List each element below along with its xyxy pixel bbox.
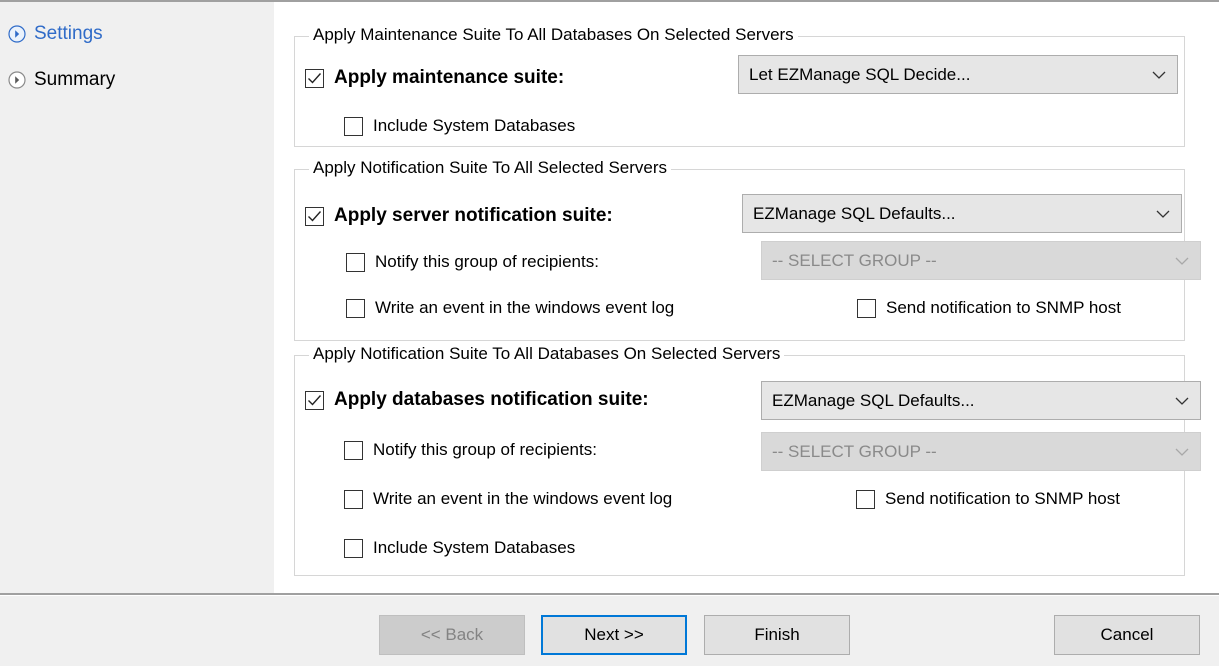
group-title: Apply Maintenance Suite To All Databases…	[309, 25, 798, 45]
include-system-databases-label: Include System Databases	[373, 116, 576, 135]
event-log-row: Write an event in the windows event log	[344, 489, 672, 509]
circle-chevron-right-icon	[8, 71, 26, 89]
maintenance-suite-value: Let EZManage SQL Decide...	[749, 64, 971, 84]
next-button-label: Next >>	[584, 625, 644, 644]
snmp-row: Send notification to SNMP host	[857, 298, 1121, 318]
event-log-checkbox[interactable]	[344, 489, 363, 509]
group-title: Apply Notification Suite To All Database…	[309, 344, 785, 364]
server-notification-suite-dropdown[interactable]: EZManage SQL Defaults...	[742, 194, 1182, 233]
maintenance-suite-group: Apply Maintenance Suite To All Databases…	[294, 25, 1185, 147]
chevron-down-icon	[1152, 71, 1166, 79]
recipient-group-value: -- SELECT GROUP --	[772, 250, 937, 270]
apply-server-notification-row: Apply server notification suite:	[305, 205, 613, 227]
apply-database-notification-checkbox[interactable]	[305, 390, 324, 410]
chevron-down-icon	[1175, 257, 1189, 265]
notify-group-row: Notify this group of recipients:	[346, 252, 599, 272]
checkmark-icon	[308, 394, 322, 406]
event-log-row: Write an event in the windows event log	[346, 298, 674, 318]
server-recipient-group-dropdown[interactable]: -- SELECT GROUP --	[761, 241, 1201, 280]
back-button[interactable]: << Back	[379, 615, 525, 655]
checkmark-icon	[308, 72, 322, 84]
database-recipient-group-dropdown[interactable]: -- SELECT GROUP --	[761, 432, 1201, 471]
include-system-row: Include System Databases	[344, 538, 575, 558]
chevron-down-icon	[1156, 210, 1170, 218]
apply-database-notification-label: Apply databases notification suite:	[334, 389, 649, 410]
settings-content: Apply Maintenance Suite To All Databases…	[274, 2, 1219, 593]
server-notification-group: Apply Notification Suite To All Selected…	[294, 158, 1201, 341]
apply-maintenance-checkbox[interactable]	[305, 68, 324, 88]
next-button[interactable]: Next >>	[541, 615, 687, 655]
event-log-checkbox[interactable]	[346, 298, 365, 318]
event-log-label: Write an event in the windows event log	[375, 298, 675, 317]
snmp-row: Send notification to SNMP host	[856, 489, 1120, 509]
wizard-nav-panel: Settings Summary	[0, 2, 274, 593]
cancel-button-label: Cancel	[1100, 625, 1154, 644]
recipient-group-value: -- SELECT GROUP --	[772, 441, 937, 461]
database-notification-suite-dropdown[interactable]: EZManage SQL Defaults...	[761, 381, 1201, 420]
apply-database-notification-row: Apply databases notification suite:	[305, 389, 649, 411]
database-notification-suite-value: EZManage SQL Defaults...	[772, 390, 975, 410]
include-system-row: Include System Databases	[344, 116, 575, 136]
finish-button-label: Finish	[754, 625, 800, 644]
group-title: Apply Notification Suite To All Selected…	[309, 158, 672, 178]
nav-item-settings[interactable]: Settings	[8, 20, 103, 48]
notify-group-row: Notify this group of recipients:	[344, 440, 597, 460]
maintenance-suite-dropdown[interactable]: Let EZManage SQL Decide...	[738, 55, 1178, 94]
chevron-down-icon	[1175, 448, 1189, 456]
notify-group-checkbox[interactable]	[346, 252, 365, 272]
apply-maintenance-label: Apply maintenance suite:	[334, 67, 565, 88]
snmp-checkbox[interactable]	[857, 298, 876, 318]
finish-button[interactable]: Finish	[704, 615, 850, 655]
include-system-databases-checkbox[interactable]	[344, 538, 363, 558]
checkmark-icon	[308, 210, 322, 222]
nav-item-label: Summary	[34, 69, 116, 90]
apply-maintenance-row: Apply maintenance suite:	[305, 67, 564, 89]
database-notification-group: Apply Notification Suite To All Database…	[294, 344, 1201, 576]
notify-group-checkbox[interactable]	[344, 440, 363, 460]
cancel-button[interactable]: Cancel	[1054, 615, 1200, 655]
apply-server-notification-label: Apply server notification suite:	[334, 205, 613, 226]
wizard-footer: << Back Next >> Finish Cancel	[0, 596, 1219, 666]
nav-item-label: Settings	[34, 23, 103, 44]
back-button-label: << Back	[420, 625, 484, 644]
include-system-databases-label: Include System Databases	[373, 538, 576, 557]
server-notification-suite-value: EZManage SQL Defaults...	[753, 203, 956, 223]
snmp-label: Send notification to SNMP host	[886, 298, 1121, 317]
notify-group-label: Notify this group of recipients:	[373, 440, 597, 459]
snmp-label: Send notification to SNMP host	[885, 489, 1120, 508]
nav-item-summary[interactable]: Summary	[8, 66, 115, 94]
include-system-databases-checkbox[interactable]	[344, 116, 363, 136]
snmp-checkbox[interactable]	[856, 489, 875, 509]
event-log-label: Write an event in the windows event log	[373, 489, 673, 508]
chevron-down-icon	[1175, 397, 1189, 405]
notify-group-label: Notify this group of recipients:	[375, 252, 599, 271]
circle-chevron-right-icon	[8, 25, 26, 43]
apply-server-notification-checkbox[interactable]	[305, 206, 324, 226]
